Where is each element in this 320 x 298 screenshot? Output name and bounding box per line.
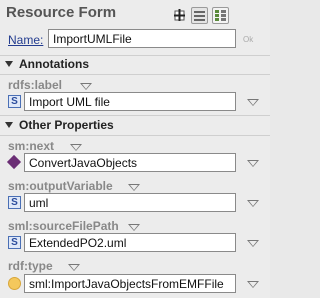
grid-view-icon (215, 10, 226, 21)
annotations-section-header[interactable]: Annotations (5, 57, 89, 71)
string-type-icon: S (8, 196, 21, 209)
expand-triangle-icon (5, 122, 13, 128)
other-properties-section-title: Other Properties (19, 118, 114, 132)
sm-output-variable-property: sm:outputVariable (8, 179, 113, 193)
sm-output-variable-menu-arrow-icon[interactable] (128, 184, 140, 191)
rdf-type-property: rdf:type (8, 259, 53, 273)
sml-source-file-path-menu-arrow-icon[interactable] (128, 224, 140, 231)
string-type-icon: S (8, 236, 21, 249)
list-view-icon (194, 11, 205, 21)
sm-next-property: sm:next (8, 139, 55, 153)
rdf-type-value-field[interactable]: sml:ImportJavaObjectsFromEMFFile (24, 274, 236, 293)
other-properties-section-header[interactable]: Other Properties (5, 118, 114, 132)
rdfs-label-menu-arrow-icon[interactable] (80, 83, 92, 90)
divider (0, 115, 270, 116)
divider (0, 55, 270, 56)
sml-source-file-path-value-field[interactable]: ExtendedPO2.uml (24, 233, 236, 252)
ok-button[interactable]: Ok (243, 35, 253, 44)
sm-next-value-field[interactable]: ConvertJavaObjects (24, 153, 236, 172)
divider (0, 74, 270, 75)
add-property-button[interactable] (172, 7, 189, 24)
list-view-button[interactable] (191, 7, 208, 24)
sm-next-value-menu-icon[interactable] (241, 155, 263, 171)
annotations-section-title: Annotations (19, 57, 89, 71)
add-property-icon (174, 9, 185, 21)
form-title: Resource Form (6, 4, 117, 21)
class-circle-icon (8, 277, 21, 290)
resource-diamond-icon (6, 154, 22, 170)
rdfs-label-property: rdfs:label (8, 78, 63, 92)
string-type-icon: S (8, 95, 21, 108)
divider (0, 135, 270, 136)
rdfs-label-value-menu-icon[interactable] (241, 94, 263, 110)
name-field[interactable]: ImportUMLFile (48, 29, 236, 48)
rdf-type-menu-arrow-icon[interactable] (68, 264, 80, 271)
name-link[interactable]: Name: (8, 33, 43, 47)
expand-triangle-icon (5, 61, 13, 67)
sm-output-variable-value-menu-icon[interactable] (241, 195, 263, 211)
rdf-type-value-menu-icon[interactable] (241, 276, 263, 292)
rdfs-label-value-field[interactable]: Import UML file (24, 92, 236, 111)
sm-next-menu-arrow-icon[interactable] (70, 144, 82, 151)
sml-source-file-path-property: sml:sourceFilePath (8, 219, 119, 233)
grid-view-button[interactable] (212, 7, 229, 24)
sm-output-variable-value-field[interactable]: uml (24, 193, 236, 212)
resource-form-panel: Resource Form Name: ImportUMLFile Ok Ann… (0, 0, 270, 298)
sml-source-file-path-value-menu-icon[interactable] (241, 235, 263, 251)
